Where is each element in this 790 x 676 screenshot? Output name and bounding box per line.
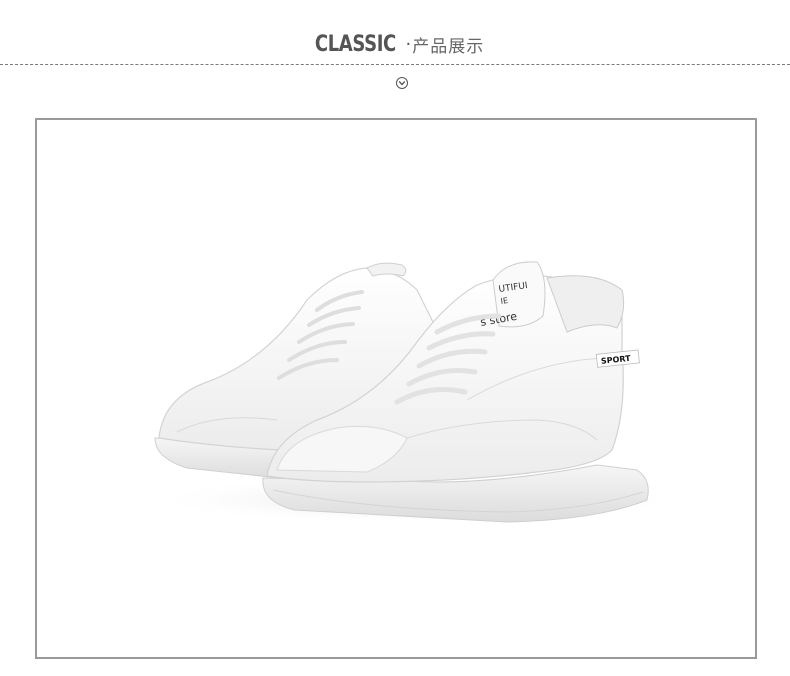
tongue-print-line2: IE [500,296,509,306]
sneakers-image: UTIFUI IE s store SPORT [147,261,687,524]
section-title: CLASSIC ·产品展示 [0,32,790,57]
title-chinese: 产品展示 [412,37,485,57]
section-header: CLASSIC ·产品展示 [0,20,790,70]
title-separator: · [405,34,412,55]
title-english: CLASSIC [314,32,396,57]
dashed-divider [0,64,790,65]
product-image-frame: UTIFUI IE s store SPORT [35,118,757,659]
chevron-down-icon [396,77,408,89]
